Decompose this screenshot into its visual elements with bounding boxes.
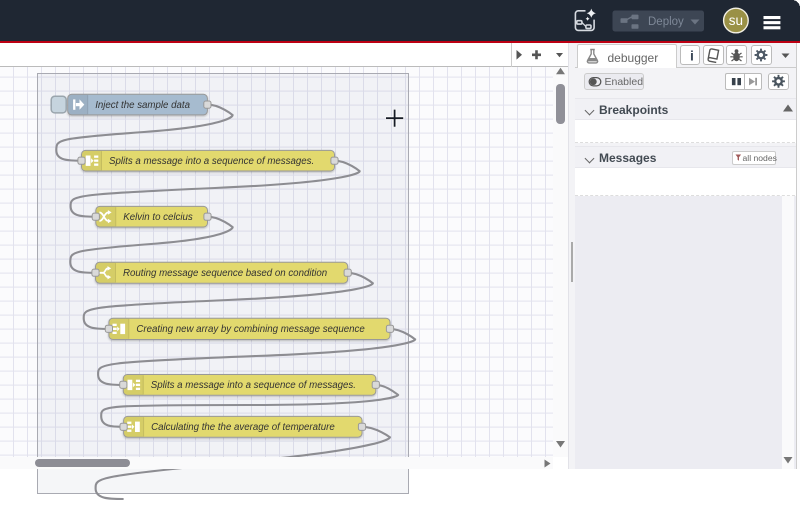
svg-text:Kelvin to celcius: Kelvin to celcius (123, 212, 193, 223)
svg-text:Splits a message into a sequen: Splits a message into a sequence of mess… (109, 156, 314, 167)
svg-text:Deploy: Deploy (648, 16, 684, 28)
svg-text:i: i (690, 48, 694, 64)
svg-text:Calculating the the average of: Calculating the the average of temperatu… (151, 422, 335, 433)
svg-text:Splits a message into a sequen: Splits a message into a sequence of mess… (151, 380, 356, 391)
svg-text:Inject the sample data: Inject the sample data (95, 100, 190, 111)
svg-text:su: su (729, 13, 743, 28)
svg-text:all nodes: all nodes (743, 153, 777, 163)
svg-text:Creating new array by combinin: Creating new array by combining message … (136, 324, 365, 335)
svg-text:Routing message sequence based: Routing message sequence based on condit… (123, 268, 327, 279)
